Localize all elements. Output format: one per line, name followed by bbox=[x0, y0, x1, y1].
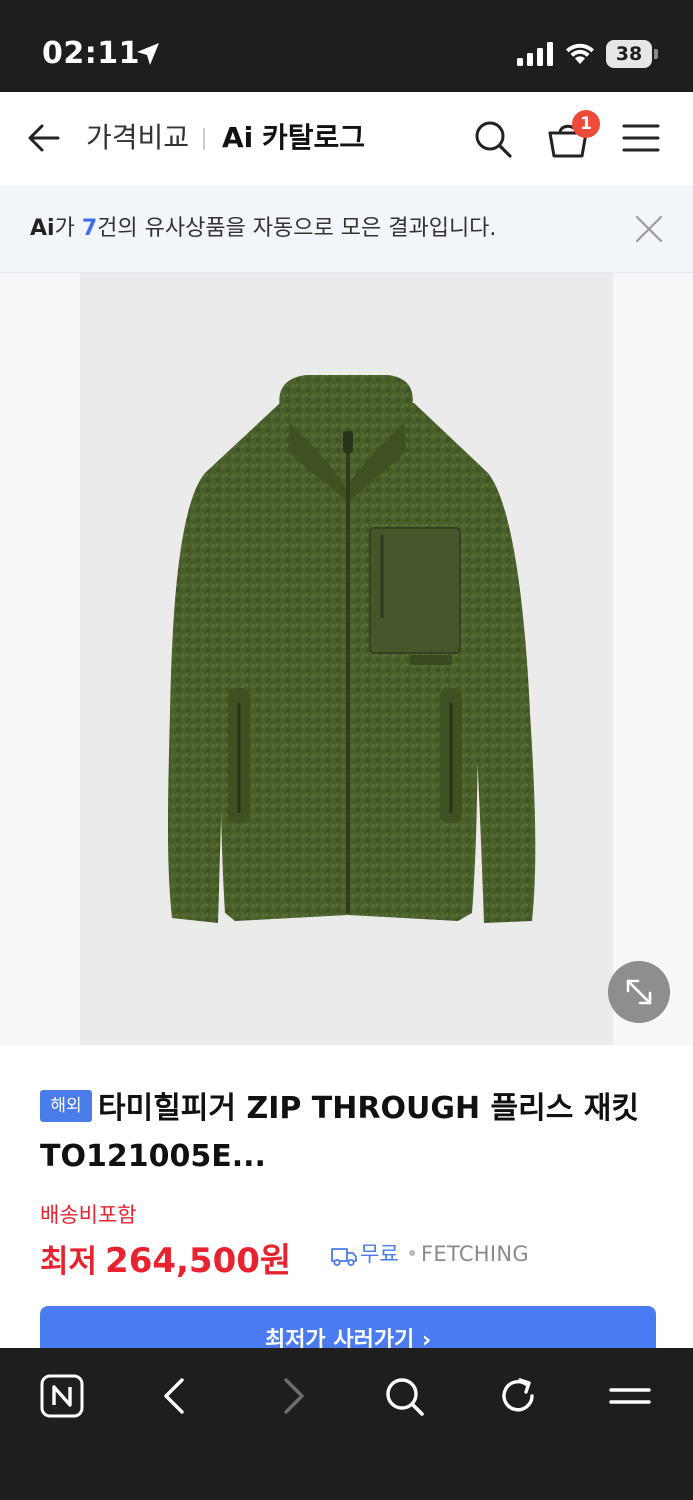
product-image-area bbox=[0, 273, 693, 1045]
app-header: 가격비교 Ai 카탈로그 1 bbox=[0, 92, 693, 185]
page-title[interactable]: 가격비교 bbox=[86, 120, 189, 156]
refresh-icon[interactable] bbox=[496, 1374, 540, 1418]
catalog-link[interactable]: 카탈로그 bbox=[262, 120, 365, 156]
menu-icon[interactable] bbox=[608, 1374, 652, 1418]
product-title[interactable]: 타미힐피거 ZIP THROUGH 플리스 재킷 TO121005E... bbox=[40, 1085, 660, 1181]
hamburger-menu-icon[interactable] bbox=[622, 122, 660, 154]
status-bar: 02:11 38 bbox=[0, 0, 693, 92]
expand-image-button[interactable] bbox=[608, 961, 670, 1023]
cart-count-badge: 1 bbox=[572, 110, 600, 138]
truck-icon bbox=[331, 1248, 357, 1266]
lowest-price: 264,500원 bbox=[105, 1241, 292, 1281]
status-time: 02:11 bbox=[42, 36, 140, 71]
buy-lowest-price-button[interactable]: 최저가 사러가기 › bbox=[40, 1306, 656, 1348]
search-icon[interactable] bbox=[472, 118, 514, 160]
battery-level: 38 bbox=[606, 40, 652, 68]
seller-name[interactable]: FETCHING bbox=[421, 1240, 529, 1268]
lowest-price-label: 최저 bbox=[40, 1244, 98, 1280]
naver-n-icon[interactable] bbox=[40, 1374, 84, 1418]
separator: • bbox=[406, 1242, 419, 1266]
ai-notice-text: Ai가 7건의 유사상품을 자동으로 모은 결과입니다. bbox=[30, 216, 497, 241]
arrow-left-icon[interactable] bbox=[26, 120, 62, 156]
browser-toolbar bbox=[0, 1348, 693, 1500]
search-icon[interactable] bbox=[382, 1374, 426, 1418]
ai-notice-banner: Ai가 7건의 유사상품을 자동으로 모은 결과입니다. bbox=[0, 185, 693, 273]
price-row: 최저 264,500원 bbox=[40, 1233, 291, 1281]
fleece-jacket-image bbox=[168, 375, 536, 923]
product-image[interactable] bbox=[80, 273, 613, 1045]
location-arrow-icon bbox=[137, 43, 159, 65]
shipping-included-note: 배송비포함 bbox=[40, 1203, 137, 1227]
battery-indicator: 38 bbox=[606, 40, 658, 68]
similar-count: 7 bbox=[81, 216, 98, 241]
product-info: 해외 타미힐피거 ZIP THROUGH 플리스 재킷 TO121005E...… bbox=[0, 1045, 693, 1348]
header-divider bbox=[203, 128, 205, 150]
back-chevron-icon[interactable] bbox=[154, 1374, 198, 1418]
cellular-signal-icon bbox=[517, 42, 553, 66]
close-icon[interactable] bbox=[634, 214, 664, 244]
forward-chevron-icon[interactable] bbox=[270, 1374, 314, 1418]
ai-logo[interactable]: Ai bbox=[222, 120, 253, 156]
shipping-fee: 무료 bbox=[360, 1242, 399, 1266]
notice-ai-mark: Ai bbox=[30, 216, 55, 241]
wifi-icon bbox=[566, 43, 594, 64]
